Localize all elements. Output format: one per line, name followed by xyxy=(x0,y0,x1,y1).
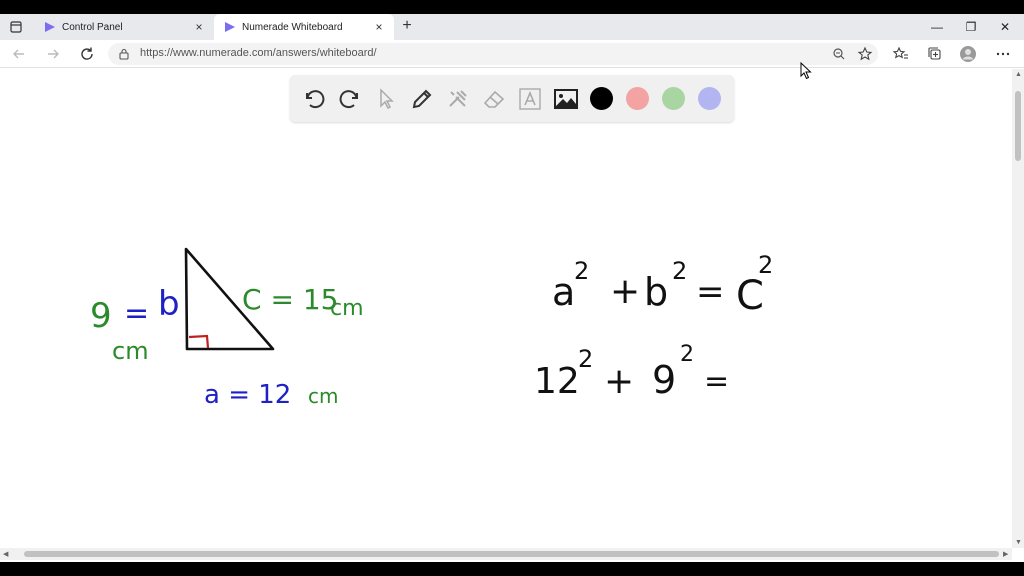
eq2-nine: 9 xyxy=(652,358,676,402)
vertical-scroll-thumb[interactable] xyxy=(1015,91,1021,161)
undo-icon[interactable] xyxy=(301,86,327,112)
redo-icon[interactable] xyxy=(337,86,363,112)
numerade-logo-icon xyxy=(225,22,235,32)
scroll-right-icon[interactable]: ▶ xyxy=(1003,550,1008,558)
browser-window: Control Panel × Numerade Whiteboard × + … xyxy=(0,14,1024,562)
zoom-icon[interactable] xyxy=(830,45,848,63)
eq2-plus: + xyxy=(604,361,634,402)
mouse-cursor-icon xyxy=(800,62,812,80)
close-tab-icon[interactable]: × xyxy=(372,20,386,34)
add-favorite-icon[interactable] xyxy=(856,45,874,63)
tab-actions-icon[interactable] xyxy=(8,19,24,35)
collections-icon[interactable] xyxy=(926,45,944,63)
minimize-button[interactable]: — xyxy=(928,18,946,36)
whiteboard-toolbar xyxy=(290,75,734,122)
tools-icon[interactable] xyxy=(445,86,471,112)
forward-icon[interactable] xyxy=(44,45,62,63)
close-tab-icon[interactable]: × xyxy=(192,20,206,34)
horizontal-scroll-thumb[interactable] xyxy=(24,551,999,557)
select-pointer-icon[interactable] xyxy=(373,86,399,112)
eq1-c: C xyxy=(736,273,764,319)
eq2-equals: = xyxy=(704,364,729,399)
eq1-plus: + xyxy=(610,271,640,312)
whiteboard-canvas[interactable]: 9 = b cm C = 15 cm a = 12 cm a 2 + b 2 =… xyxy=(0,69,1012,548)
url-text: https://www.numerade.com/answers/whitebo… xyxy=(140,47,377,59)
eq1-exp-b: 2 xyxy=(672,257,687,285)
tab-control-panel[interactable]: Control Panel × xyxy=(34,14,214,40)
eq2-exp-twelve: 2 xyxy=(578,345,593,373)
numerade-logo-icon xyxy=(45,22,55,32)
refresh-icon[interactable] xyxy=(78,45,96,63)
eq1-a: a xyxy=(552,270,575,314)
browser-toolbar: https://www.numerade.com/answers/whitebo… xyxy=(0,40,1024,68)
color-black-swatch[interactable] xyxy=(590,87,613,110)
color-green-swatch[interactable] xyxy=(662,87,685,110)
lock-icon[interactable] xyxy=(118,48,130,60)
eraser-icon[interactable] xyxy=(481,86,507,112)
tab-label: Numerade Whiteboard xyxy=(242,21,343,33)
restore-button[interactable]: ❐ xyxy=(962,18,980,36)
side-b-value: 9 xyxy=(90,296,112,336)
eq1-equals: = xyxy=(696,272,725,312)
profile-avatar-icon[interactable] xyxy=(959,45,977,63)
eq1-exp-c: 2 xyxy=(758,251,773,279)
color-red-swatch[interactable] xyxy=(626,87,649,110)
side-c-unit: cm xyxy=(330,296,364,321)
close-window-button[interactable]: ✕ xyxy=(996,18,1014,36)
tab-numerade-whiteboard[interactable]: Numerade Whiteboard × xyxy=(214,14,394,40)
side-a-label: a = 12 xyxy=(204,380,291,410)
image-icon[interactable] xyxy=(553,86,579,112)
eq1-exp-a: 2 xyxy=(574,257,589,285)
eq2-exp-nine: 2 xyxy=(680,342,694,367)
new-tab-button[interactable]: + xyxy=(399,18,415,34)
text-tool-icon[interactable] xyxy=(517,86,543,112)
eq2-twelve: 12 xyxy=(534,361,580,402)
scroll-down-icon[interactable]: ▼ xyxy=(1015,539,1022,546)
pen-icon[interactable] xyxy=(409,86,435,112)
side-b-unit: cm xyxy=(112,337,149,365)
side-b-equals: = xyxy=(124,296,149,331)
scroll-up-icon[interactable]: ▲ xyxy=(1015,71,1022,78)
right-angle-mark xyxy=(188,334,210,349)
favorites-icon[interactable] xyxy=(892,45,910,63)
back-icon[interactable] xyxy=(10,45,28,63)
side-a-unit: cm xyxy=(308,384,338,408)
eq1-b: b xyxy=(644,270,668,314)
address-bar[interactable]: https://www.numerade.com/answers/whitebo… xyxy=(108,43,878,65)
side-c-label: C = 15 xyxy=(242,283,338,316)
whiteboard[interactable]: 9 = b cm C = 15 cm a = 12 cm a 2 + b 2 =… xyxy=(0,69,1012,548)
color-blue-swatch[interactable] xyxy=(698,87,721,110)
tab-strip: Control Panel × Numerade Whiteboard × + … xyxy=(0,14,1024,40)
horizontal-scrollbar[interactable]: ◀ ▶ xyxy=(0,548,1012,560)
scroll-left-icon[interactable]: ◀ xyxy=(3,550,8,558)
side-b-variable: b xyxy=(158,284,180,324)
vertical-scrollbar[interactable]: ▲ ▼ xyxy=(1012,69,1024,548)
more-options-icon[interactable] xyxy=(994,45,1012,63)
tab-label: Control Panel xyxy=(62,21,123,33)
